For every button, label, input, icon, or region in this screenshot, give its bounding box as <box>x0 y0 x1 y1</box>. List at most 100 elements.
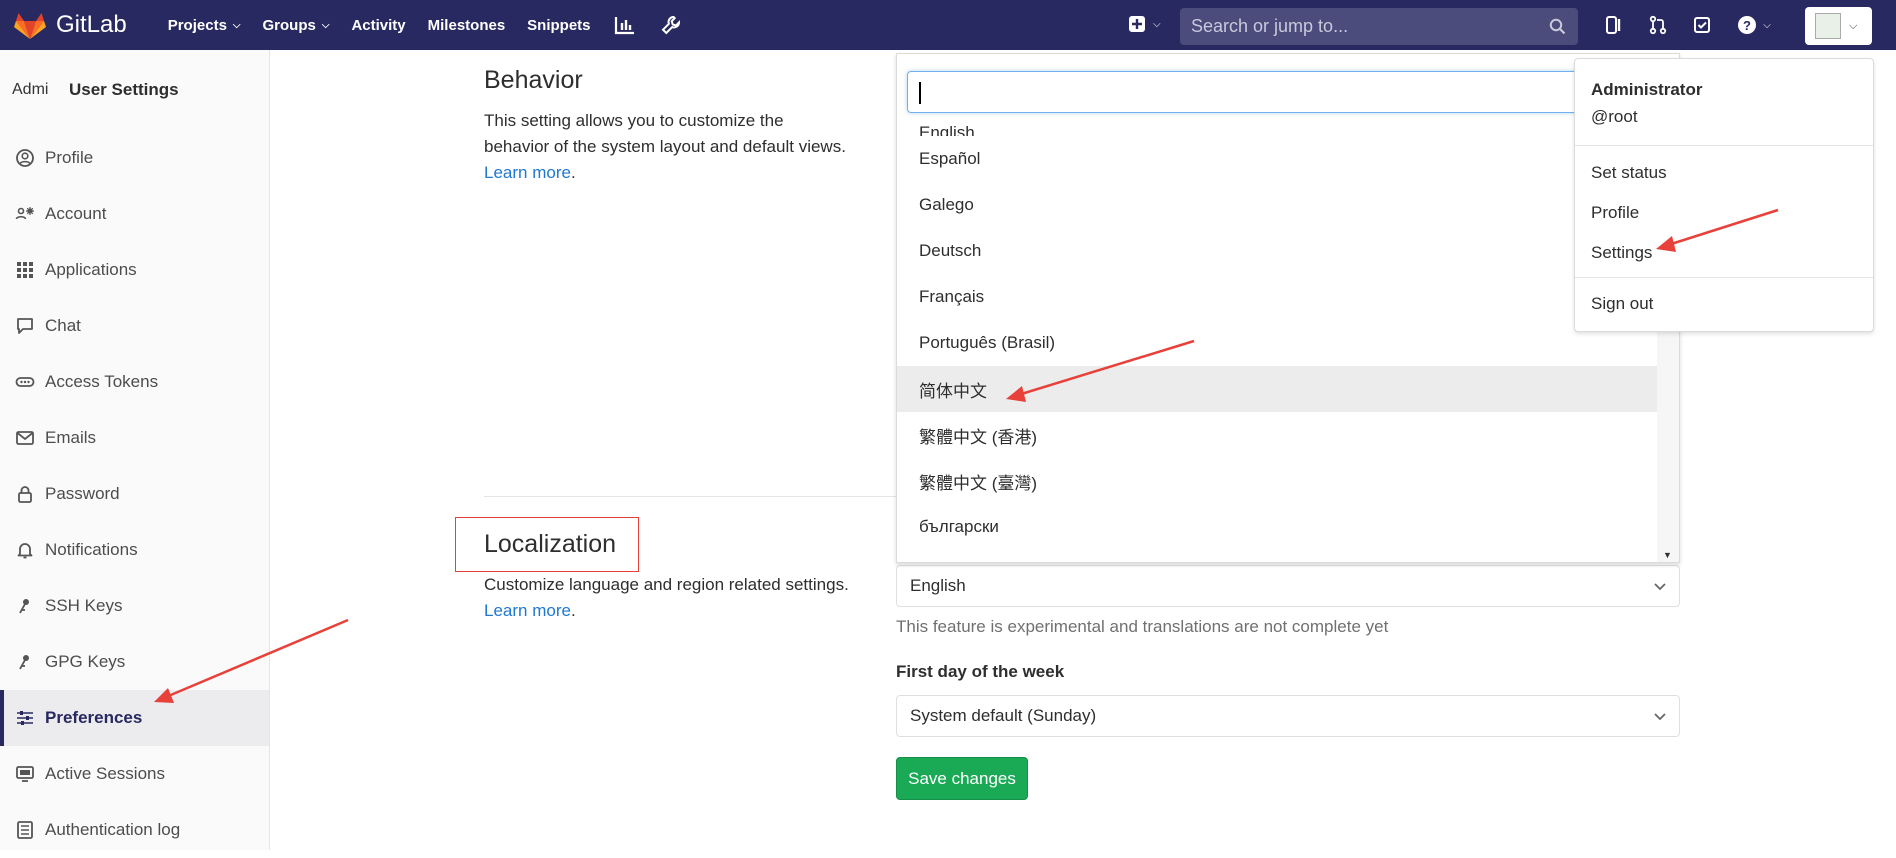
sidebar-item-label: SSH Keys <box>45 596 123 615</box>
preferences-icon <box>17 711 33 725</box>
chevron-down-icon <box>1654 713 1666 721</box>
menu-item-set-status[interactable]: Set status <box>1591 163 1667 183</box>
nav-activity[interactable]: Activity <box>340 17 416 34</box>
wrench-icon[interactable] <box>648 14 694 36</box>
language-option[interactable]: 繁體中文 (臺灣) <box>897 458 1659 504</box>
chevron-down-icon: ⌵ <box>232 19 241 31</box>
sidebar-item-label: Emails <box>45 428 97 447</box>
menu-item-settings[interactable]: Settings <box>1591 243 1652 263</box>
sidebar-item-applications[interactable]: Applications <box>0 242 269 298</box>
language-option[interactable]: Español <box>897 136 1659 182</box>
sidebar-item-label: Chat <box>45 316 81 335</box>
top-navbar: GitLab Projects ⌵ Groups ⌵ Activity Mile… <box>0 0 1896 50</box>
menu-divider <box>1575 145 1873 146</box>
nav-milestones[interactable]: Milestones <box>417 17 517 34</box>
chevron-down-icon: ⌵ <box>1849 19 1858 32</box>
sidebar-item-label: GPG Keys <box>45 652 126 671</box>
section-divider <box>484 496 904 497</box>
sidebar-item-chat[interactable]: Chat <box>0 298 269 354</box>
chart-icon[interactable] <box>602 15 648 35</box>
behavior-learn-more-link[interactable]: Learn more <box>484 163 571 182</box>
sidebar-item-label: Profile <box>45 148 94 167</box>
language-search-input[interactable] <box>907 71 1673 113</box>
sidebar-item-emails[interactable]: Emails <box>0 410 269 466</box>
save-changes-button[interactable]: Save changes <box>896 757 1028 800</box>
chevron-down-icon: ⌵ <box>1763 19 1771 31</box>
language-option[interactable]: Galego <box>897 182 1659 228</box>
language-option[interactable]: Français <box>897 274 1659 320</box>
period-text: . <box>570 163 576 182</box>
localization-learn-more-link[interactable]: Learn more <box>484 601 571 620</box>
lock-icon <box>18 486 32 503</box>
global-search[interactable] <box>1180 8 1578 45</box>
localization-title: Localization <box>484 530 617 558</box>
nav-projects-label: Projects <box>167 16 227 34</box>
language-option[interactable]: български <box>897 504 1659 550</box>
sidebar-item-profile[interactable]: Profile <box>0 130 269 186</box>
tanuki-icon <box>14 13 46 39</box>
language-option-highlighted[interactable]: 简体中文 <box>897 366 1659 412</box>
sidebar-title: User Settings <box>69 80 179 99</box>
language-option[interactable]: Português (Brasil) <box>897 320 1659 366</box>
sidebar-item-label: Applications <box>45 260 137 279</box>
first-day-select-value: System default (Sunday) <box>910 706 1097 725</box>
language-option-label: Français <box>919 287 985 306</box>
language-select[interactable]: English <box>896 565 1680 607</box>
help-icon[interactable]: ? ⌵ <box>1724 15 1784 35</box>
language-option[interactable]: English <box>897 114 1659 136</box>
sidebar-item-ssh-keys[interactable]: SSH Keys <box>0 578 269 634</box>
main-nav: Projects ⌵ Groups ⌵ Activity Milestones … <box>157 14 694 36</box>
key-icon <box>19 599 29 614</box>
sidebar-item-notifications[interactable]: Notifications <box>0 522 269 578</box>
language-option-label: English <box>919 123 975 136</box>
language-dropdown: English Español Galego Deutsch Français … <box>896 53 1680 563</box>
menu-item-profile[interactable]: Profile <box>1591 203 1639 223</box>
sidebar-item-gpg-keys[interactable]: GPG Keys <box>0 634 269 690</box>
language-option-label: Deutsch <box>919 241 982 260</box>
user-menu-button[interactable]: ⌵ <box>1805 7 1872 45</box>
behavior-desc-line2: behavior of the system layout and defaul… <box>484 137 846 156</box>
monitor-icon <box>16 766 34 782</box>
nav-snippets-label: Snippets <box>527 16 591 34</box>
menu-divider <box>1575 277 1873 278</box>
sidebar-item-password[interactable]: Password <box>0 466 269 522</box>
gitlab-logo[interactable]: GitLab <box>14 10 127 40</box>
merge-request-icon[interactable] <box>1636 15 1680 35</box>
sidebar-item-access-tokens[interactable]: Access Tokens <box>0 354 269 410</box>
profile-icon <box>16 149 34 167</box>
nav-projects[interactable]: Projects ⌵ <box>157 17 252 34</box>
language-option[interactable]: Deutsch <box>897 228 1659 274</box>
log-icon <box>17 821 33 839</box>
sidebar-item-preferences[interactable]: Preferences <box>0 690 269 746</box>
sidebar-item-account[interactable]: Account <box>0 186 269 242</box>
sidebar-item-label: Account <box>45 204 107 223</box>
new-item-button[interactable]: ⌵ <box>1116 15 1173 33</box>
language-option-label: 繁體中文 (臺灣) <box>919 473 1038 493</box>
user-handle: @root <box>1591 107 1638 126</box>
todo-icon[interactable] <box>1680 15 1724 35</box>
sidebar-item-label: Access Tokens <box>45 372 159 391</box>
period-text: . <box>570 601 576 620</box>
first-day-select[interactable]: System default (Sunday) <box>896 695 1680 737</box>
sidebar-header: Admi User Settings <box>0 50 269 130</box>
text-cursor <box>919 82 921 104</box>
language-option-label: Português (Brasil) <box>919 333 1056 352</box>
first-day-label: First day of the week <box>896 662 1065 681</box>
search-icon <box>1549 18 1566 35</box>
scroll-down-arrow-icon[interactable]: ▼ <box>1663 550 1672 560</box>
behavior-description: This setting allows you to customize the… <box>484 108 846 186</box>
issues-icon[interactable] <box>1592 15 1636 35</box>
menu-item-sign-out[interactable]: Sign out <box>1591 294 1653 314</box>
language-option-label: 繁體中文 (香港) <box>919 427 1038 447</box>
nav-snippets[interactable]: Snippets <box>516 17 601 34</box>
nav-activity-label: Activity <box>351 16 406 34</box>
sidebar-item-label: Password <box>45 484 120 503</box>
plus-square-icon <box>1129 16 1145 32</box>
sidebar-item-active-sessions[interactable]: Active Sessions <box>0 746 269 802</box>
sidebar-item-label: Active Sessions <box>45 764 165 783</box>
language-option[interactable]: 繁體中文 (香港) <box>897 412 1659 458</box>
nav-groups[interactable]: Groups ⌵ <box>252 17 341 34</box>
language-options-list: English Español Galego Deutsch Français … <box>897 114 1659 550</box>
search-input[interactable] <box>1180 16 1520 37</box>
user-name: Administrator <box>1591 80 1703 99</box>
